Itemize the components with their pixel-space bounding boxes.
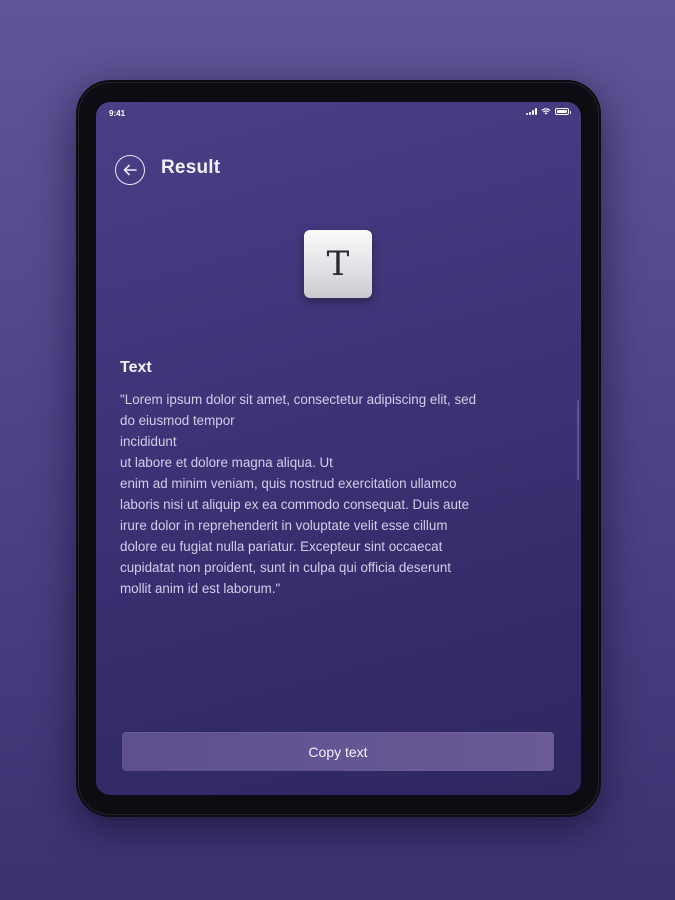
text-type-icon: T xyxy=(304,230,372,298)
recognized-text: "Lorem ipsum dolor sit amet, consectetur… xyxy=(120,392,477,596)
status-bar: 9:41 xyxy=(96,102,581,122)
wifi-icon xyxy=(541,108,551,115)
status-time: 9:41 xyxy=(109,109,126,118)
type-letter: T xyxy=(326,244,350,284)
copy-text-button[interactable]: Copy text xyxy=(122,732,554,771)
arrow-left-icon xyxy=(123,164,137,176)
section-label: Text xyxy=(120,359,152,376)
app-screen: 9:41 Result T Text "Lorem ipsum dolor si… xyxy=(96,102,581,795)
tablet-frame: 9:41 Result T Text "Lorem ipsum dolor si… xyxy=(76,80,601,817)
status-icons xyxy=(526,108,571,115)
page-title: Result xyxy=(161,157,221,178)
back-button[interactable] xyxy=(115,155,145,185)
scrollbar[interactable] xyxy=(577,400,579,480)
signal-icon xyxy=(526,108,537,115)
battery-icon xyxy=(555,108,571,115)
